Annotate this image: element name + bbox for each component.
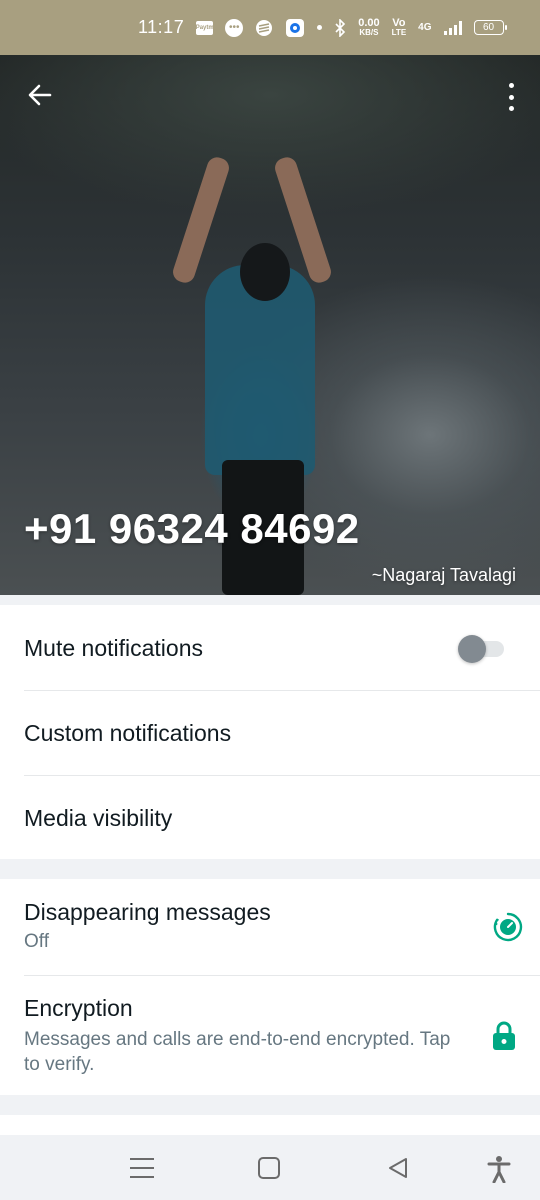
contact-phone: +91 96324 84692 bbox=[24, 505, 360, 552]
message-icon: ••• bbox=[225, 18, 244, 37]
4g-icon: 4G bbox=[418, 21, 432, 33]
custom-notifications-label: Custom notifications bbox=[24, 720, 232, 746]
app-icon bbox=[255, 19, 273, 37]
back-icon[interactable] bbox=[386, 1155, 414, 1181]
notification-settings-card: Mute notifications Custom notifications … bbox=[0, 605, 540, 859]
arrow-back-icon[interactable] bbox=[26, 81, 58, 113]
battery-icon: 60 bbox=[473, 20, 507, 35]
mute-notifications-row[interactable]: Mute notifications bbox=[0, 605, 540, 690]
disappearing-messages-label: Disappearing messages bbox=[24, 899, 271, 925]
paytm-icon: Paytm bbox=[196, 20, 214, 35]
home-icon[interactable] bbox=[258, 1157, 280, 1179]
timer-icon bbox=[492, 911, 524, 943]
custom-notifications-row[interactable]: Custom notifications bbox=[0, 690, 540, 775]
media-visibility-label: Media visibility bbox=[24, 805, 173, 831]
media-visibility-row[interactable]: Media visibility bbox=[0, 775, 540, 860]
status-bar: 11:17 Paytm ••• 0.00 KB/S Vo LTE 4G 60 bbox=[0, 0, 540, 55]
more-vert-icon[interactable] bbox=[504, 83, 518, 111]
data-speed-icon: 0.00 KB/S bbox=[358, 16, 380, 38]
status-time: 11:17 bbox=[138, 17, 185, 37]
dot-icon bbox=[317, 25, 323, 30]
encryption-description: Messages and calls are end-to-end encryp… bbox=[24, 1029, 451, 1075]
next-card bbox=[0, 1115, 540, 1135]
data-speed-value: 0.00 bbox=[358, 16, 380, 29]
accessibility-icon[interactable] bbox=[486, 1155, 514, 1184]
encryption-label: Encryption bbox=[24, 995, 133, 1021]
disappearing-messages-row[interactable]: Disappearing messages Off bbox=[0, 879, 540, 975]
photo-detail bbox=[240, 243, 290, 301]
lock-icon bbox=[492, 1021, 516, 1051]
profile-photo[interactable]: +91 96324 84692 ~Nagaraj Tavalagi bbox=[0, 55, 540, 595]
disappearing-messages-value: Off bbox=[24, 931, 49, 952]
mute-notifications-label: Mute notifications bbox=[24, 635, 203, 661]
volte-label-2: LTE bbox=[391, 27, 407, 37]
bluetooth-icon bbox=[334, 18, 346, 37]
data-speed-unit: KB/S bbox=[359, 27, 379, 37]
record-icon bbox=[285, 18, 305, 38]
toggle-thumb bbox=[458, 635, 486, 663]
signal-icon bbox=[443, 20, 462, 35]
menu-icon[interactable] bbox=[128, 1155, 156, 1181]
navigation-bar bbox=[0, 1135, 540, 1200]
privacy-settings-card: Disappearing messages Off Encryption Mes… bbox=[0, 879, 540, 1095]
photo-detail bbox=[170, 154, 232, 286]
volte-icon: Vo LTE bbox=[391, 16, 407, 38]
contact-name: ~Nagaraj Tavalagi bbox=[371, 565, 516, 585]
volte-label-1: Vo bbox=[392, 16, 406, 29]
mute-notifications-toggle[interactable] bbox=[458, 635, 506, 663]
encryption-row[interactable]: Encryption Messages and calls are end-to… bbox=[0, 975, 540, 1095]
